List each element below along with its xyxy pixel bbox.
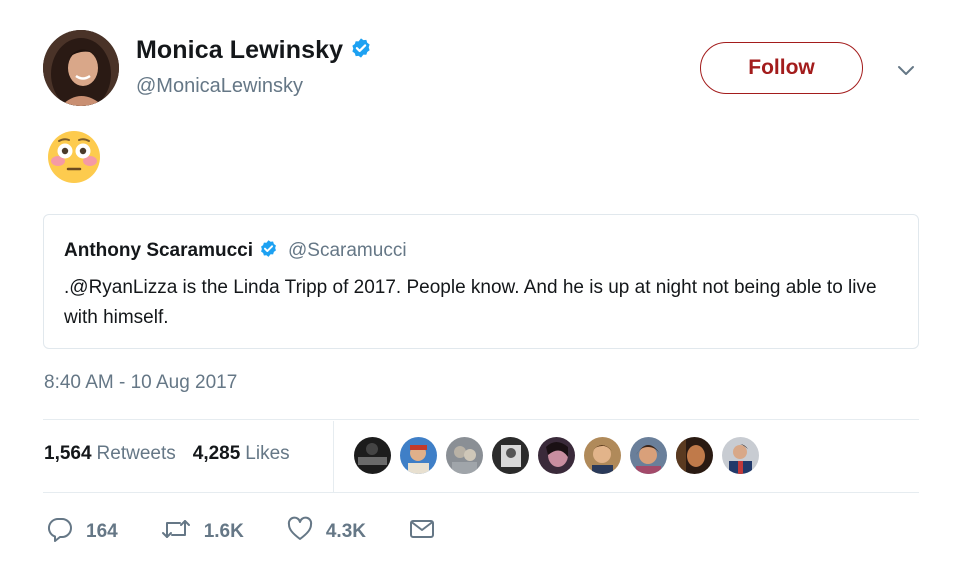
liker-avatar[interactable]: [722, 437, 759, 474]
author-avatar[interactable]: [43, 30, 119, 106]
author-name-row[interactable]: Monica Lewinsky: [136, 36, 372, 65]
verified-badge-icon: [350, 37, 372, 64]
liker-avatar[interactable]: [676, 437, 713, 474]
direct-message-button[interactable]: [408, 515, 436, 548]
likes-count[interactable]: 4,285: [193, 443, 241, 465]
liker-avatar[interactable]: [538, 437, 575, 474]
reply-button[interactable]: 164: [46, 515, 118, 548]
reply-icon: [46, 515, 74, 548]
liker-avatar[interactable]: [400, 437, 437, 474]
liker-avatar[interactable]: [354, 437, 391, 474]
author-handle[interactable]: @MonicaLewinsky: [136, 75, 303, 98]
retweets-label[interactable]: Retweets: [97, 443, 176, 465]
divider: [43, 492, 919, 493]
stats-divider: [333, 421, 334, 492]
quoted-author-name: Anthony Scaramucci: [64, 240, 253, 261]
like-count: 4.3K: [325, 520, 366, 542]
retweets-count[interactable]: 1,564: [44, 443, 92, 465]
quoted-tweet-header: Anthony Scaramucci @Scaramucci: [64, 239, 407, 263]
liker-avatar[interactable]: [584, 437, 621, 474]
retweet-icon: [160, 515, 192, 548]
tweet-actions: 164 1.6K 4.3K: [46, 515, 436, 548]
quoted-tweet[interactable]: Anthony Scaramucci @Scaramucci .@RyanLiz…: [43, 214, 919, 349]
verified-badge-icon: [259, 239, 278, 263]
likes-label[interactable]: Likes: [245, 443, 289, 465]
liker-avatar[interactable]: [492, 437, 529, 474]
like-button[interactable]: 4.3K: [286, 515, 366, 548]
follow-button[interactable]: Follow: [700, 42, 863, 94]
chevron-down-icon[interactable]: [895, 60, 917, 82]
quoted-tweet-text: .@RyanLizza is the Linda Tripp of 2017. …: [64, 277, 877, 328]
quoted-author-handle: @Scaramucci: [288, 240, 407, 261]
author-name[interactable]: Monica Lewinsky: [136, 36, 343, 65]
tweet-timestamp[interactable]: 8:40 AM - 10 Aug 2017: [44, 372, 237, 394]
heart-icon: [286, 515, 314, 548]
liker-avatars: [354, 437, 759, 474]
liker-avatar[interactable]: [446, 437, 483, 474]
retweet-button[interactable]: 1.6K: [160, 515, 244, 548]
flushed-face-emoji: [46, 129, 102, 185]
retweet-count: 1.6K: [203, 520, 244, 542]
divider: [43, 419, 919, 420]
envelope-icon: [408, 515, 436, 548]
tweet-stats: 1,564 Retweets 4,285 Likes: [44, 443, 290, 465]
liker-avatar[interactable]: [630, 437, 667, 474]
reply-count: 164: [86, 520, 118, 542]
